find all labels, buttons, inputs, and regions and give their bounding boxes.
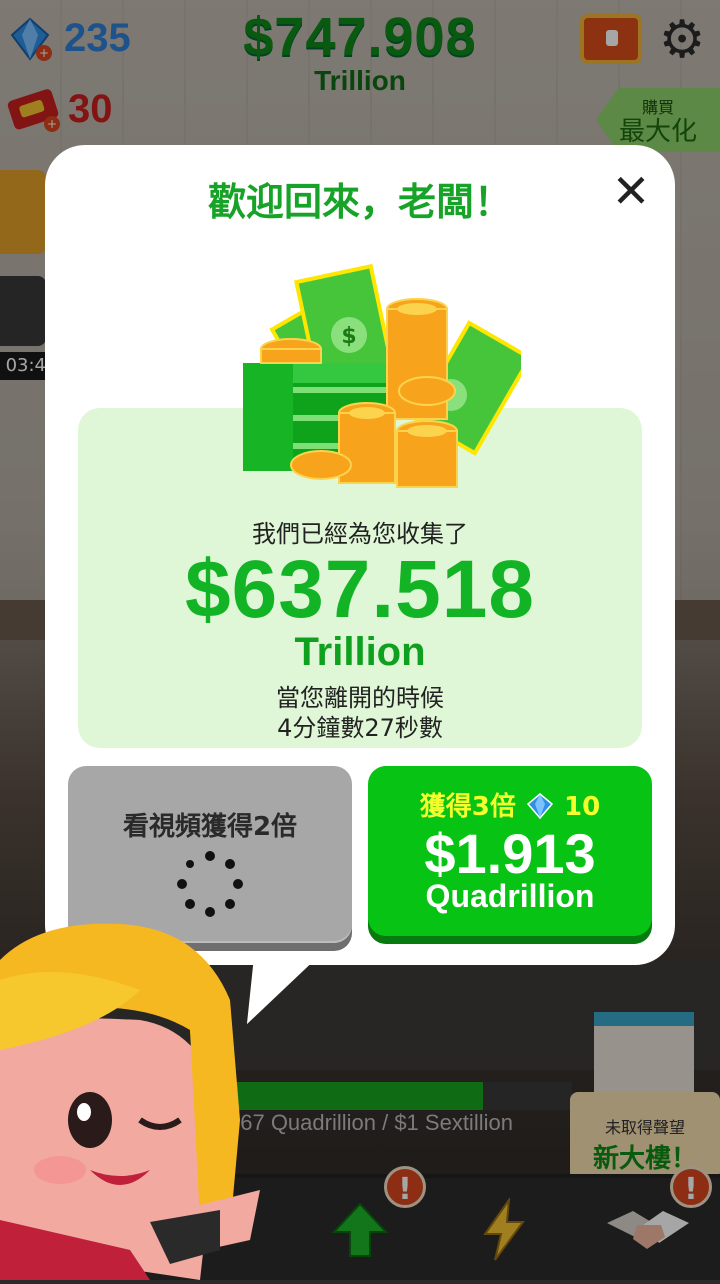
away-duration: 4分鐘數27秒數 bbox=[277, 714, 443, 742]
watch-video-label: 看視頻獲得2倍 bbox=[122, 812, 298, 842]
welcome-back-dialog: 歡迎回來，老闆！ ✕ 我們已經為您收集了 $637.518 Trillion 當… bbox=[45, 145, 675, 965]
loading-spinner-icon bbox=[177, 851, 243, 917]
gem-icon bbox=[526, 793, 553, 819]
triple-label-row: 獲得3倍 10 bbox=[368, 786, 652, 823]
triple-cost: 10 bbox=[564, 792, 601, 822]
offline-earnings: $637.518 bbox=[184, 544, 535, 635]
svg-text:$: $ bbox=[341, 324, 356, 349]
triple-amount: $1.913 bbox=[424, 822, 596, 885]
dialog-title: 歡迎回來，老闆！ bbox=[207, 180, 512, 224]
offline-earnings-unit: Trillion bbox=[294, 630, 426, 674]
triple-unit: Quadrillion bbox=[425, 878, 595, 914]
watch-video-button[interactable]: 看視頻獲得2倍 bbox=[68, 766, 352, 943]
assistant-character bbox=[0, 923, 260, 1280]
triple-reward-button[interactable]: 獲得3倍 10 $1.913 Quadrillion bbox=[368, 766, 652, 936]
triple-label: 獲得3倍 bbox=[419, 792, 516, 822]
money-stack-icon: $ bbox=[243, 263, 521, 488]
close-icon[interactable]: ✕ bbox=[607, 167, 655, 215]
